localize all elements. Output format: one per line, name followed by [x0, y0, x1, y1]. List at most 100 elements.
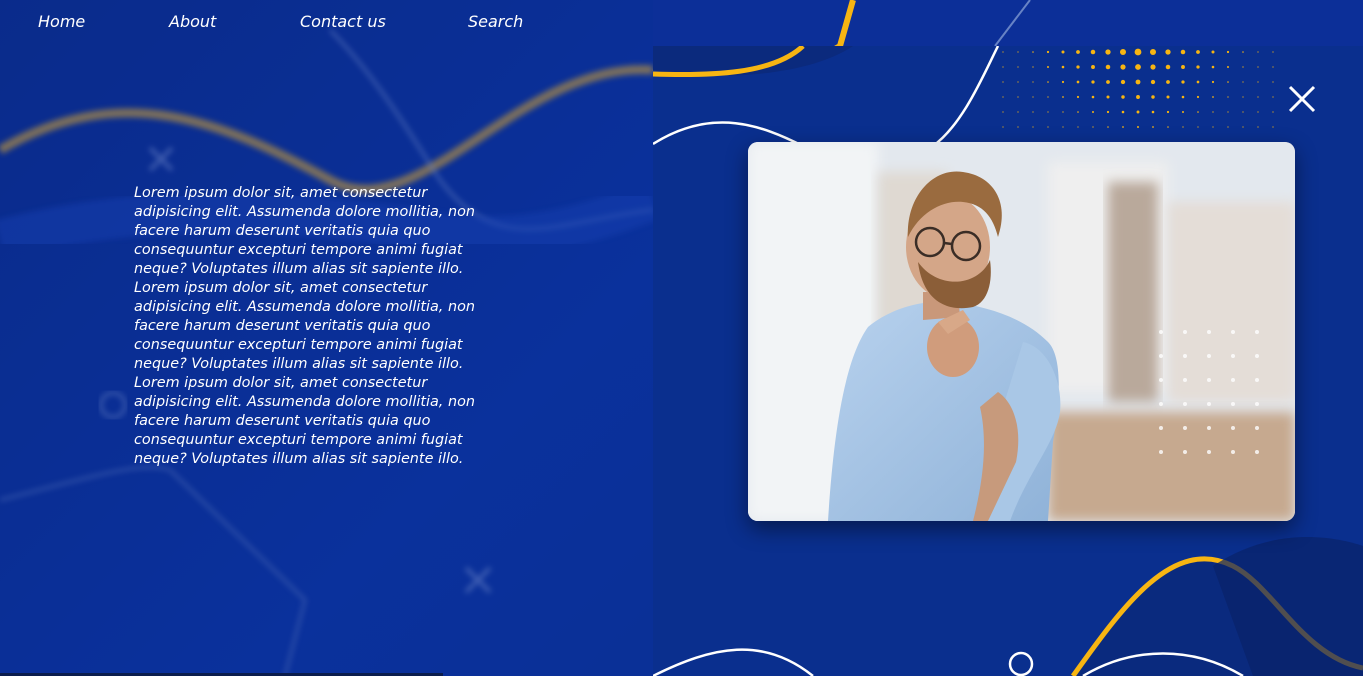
decor-dot: [1227, 66, 1229, 68]
decor-dot: [1231, 330, 1235, 334]
decor-dot: [1242, 66, 1244, 68]
decor-dot: [1047, 81, 1049, 83]
decor-dot: [1017, 51, 1019, 53]
decor-dot: [1002, 96, 1004, 98]
person-pointing-image: [748, 142, 1295, 521]
decor-dot: [1032, 126, 1034, 128]
decor-dot: [1106, 95, 1110, 99]
decor-dot: [1272, 81, 1274, 83]
nav-home-link[interactable]: Home: [38, 12, 85, 31]
decor-dot: [1137, 126, 1139, 128]
close-icon: [1288, 85, 1316, 113]
decor-dot: [1255, 426, 1259, 430]
decor-dot: [1196, 95, 1200, 99]
decor-dot: [1257, 111, 1259, 113]
decor-dot: [1047, 111, 1049, 113]
decor-dot: [1181, 65, 1185, 69]
decor-dot: [1105, 64, 1111, 70]
decor-dot: [1061, 50, 1065, 54]
decor-dot: [1197, 126, 1199, 128]
decor-dot: [1159, 354, 1163, 358]
decor-dot: [1167, 126, 1169, 128]
decor-dot: [1181, 95, 1185, 99]
close-button[interactable]: [1286, 83, 1318, 115]
decor-dot: [1120, 64, 1126, 70]
decor-dot: [1196, 65, 1200, 69]
decor-dot: [1134, 48, 1142, 56]
decor-dot: [1231, 450, 1235, 454]
nav-contact-link[interactable]: Contact us: [300, 12, 386, 31]
decor-dot: [1047, 126, 1049, 128]
decor-dot: [1227, 111, 1229, 113]
decor-dot: [1002, 51, 1004, 53]
decor-dot: [1255, 402, 1259, 406]
decor-dot: [1061, 65, 1065, 69]
decor-dot: [1211, 65, 1215, 69]
decor-dot: [1047, 96, 1049, 98]
nav-about-link[interactable]: About: [169, 12, 216, 31]
decor-dot: [1211, 80, 1215, 84]
decor-dot: [1227, 81, 1229, 83]
decor-dot: [1152, 126, 1154, 128]
decor-dot: [1231, 354, 1235, 358]
decor-dot: [1183, 402, 1187, 406]
decor-dot: [1257, 81, 1259, 83]
decor-dot: [1061, 80, 1065, 84]
decor-dot: [1032, 96, 1034, 98]
decor-dot: [1090, 49, 1096, 55]
decor-dot: [1120, 79, 1126, 85]
decor-dot: [1032, 81, 1034, 83]
decor-dot: [1166, 110, 1170, 114]
decor-dot: [1272, 111, 1274, 113]
decor-dot: [1196, 50, 1200, 54]
decor-dot: [1002, 81, 1004, 83]
decor-dot: [1257, 96, 1259, 98]
nav-search-link[interactable]: Search: [468, 12, 523, 31]
decor-dot: [1150, 64, 1156, 70]
decor-dot: [1272, 51, 1274, 53]
decor-dot: [1107, 126, 1109, 128]
decor-dot: [1091, 65, 1095, 69]
body-text: Lorem ipsum dolor sit, amet consectetur …: [134, 184, 504, 469]
decor-dot: [1212, 126, 1214, 128]
decor-dot: [1149, 48, 1157, 56]
decor-dot: [1091, 95, 1095, 99]
decor-dot: [1242, 81, 1244, 83]
decor-dot: [1212, 111, 1214, 113]
decor-dot: [1017, 66, 1019, 68]
decor-dot: [1076, 65, 1080, 69]
decor-dot: [1231, 402, 1235, 406]
decor-dot: [1226, 50, 1230, 54]
decor-dot: [1121, 110, 1125, 114]
decor-dot: [1062, 111, 1064, 113]
decor-dot: [1255, 378, 1259, 382]
decor-dot: [1183, 426, 1187, 430]
decor-dot: [1062, 126, 1064, 128]
decor-dot: [1183, 330, 1187, 334]
decor-dot: [1121, 95, 1125, 99]
decor-dot: [1032, 111, 1034, 113]
decor-dot: [1151, 95, 1155, 99]
decor-dot: [1165, 64, 1171, 70]
decor-dot: [1159, 426, 1163, 430]
decor-dot: [1183, 354, 1187, 358]
decor-dot: [1159, 378, 1163, 382]
decor-dot: [1196, 80, 1200, 84]
decor-dot: [1207, 450, 1211, 454]
decor-dot: [1272, 96, 1274, 98]
decor-dot: [1151, 110, 1155, 114]
decor-dot: [1159, 402, 1163, 406]
decor-dot: [1017, 111, 1019, 113]
decor-dot: [1182, 111, 1184, 113]
page: Home About Contact us Search Lorem ipsum…: [0, 0, 1363, 676]
decor-dot: [1257, 126, 1259, 128]
decor-dot: [1255, 330, 1259, 334]
decor-dot: [1135, 79, 1141, 85]
decor-dot: [1076, 50, 1080, 54]
decor-dot: [1207, 402, 1211, 406]
decor-dot: [1092, 126, 1094, 128]
decor-dot: [1159, 330, 1163, 334]
hero-photo: [748, 142, 1295, 521]
decor-dot: [1227, 96, 1229, 98]
decor-dot: [1183, 450, 1187, 454]
